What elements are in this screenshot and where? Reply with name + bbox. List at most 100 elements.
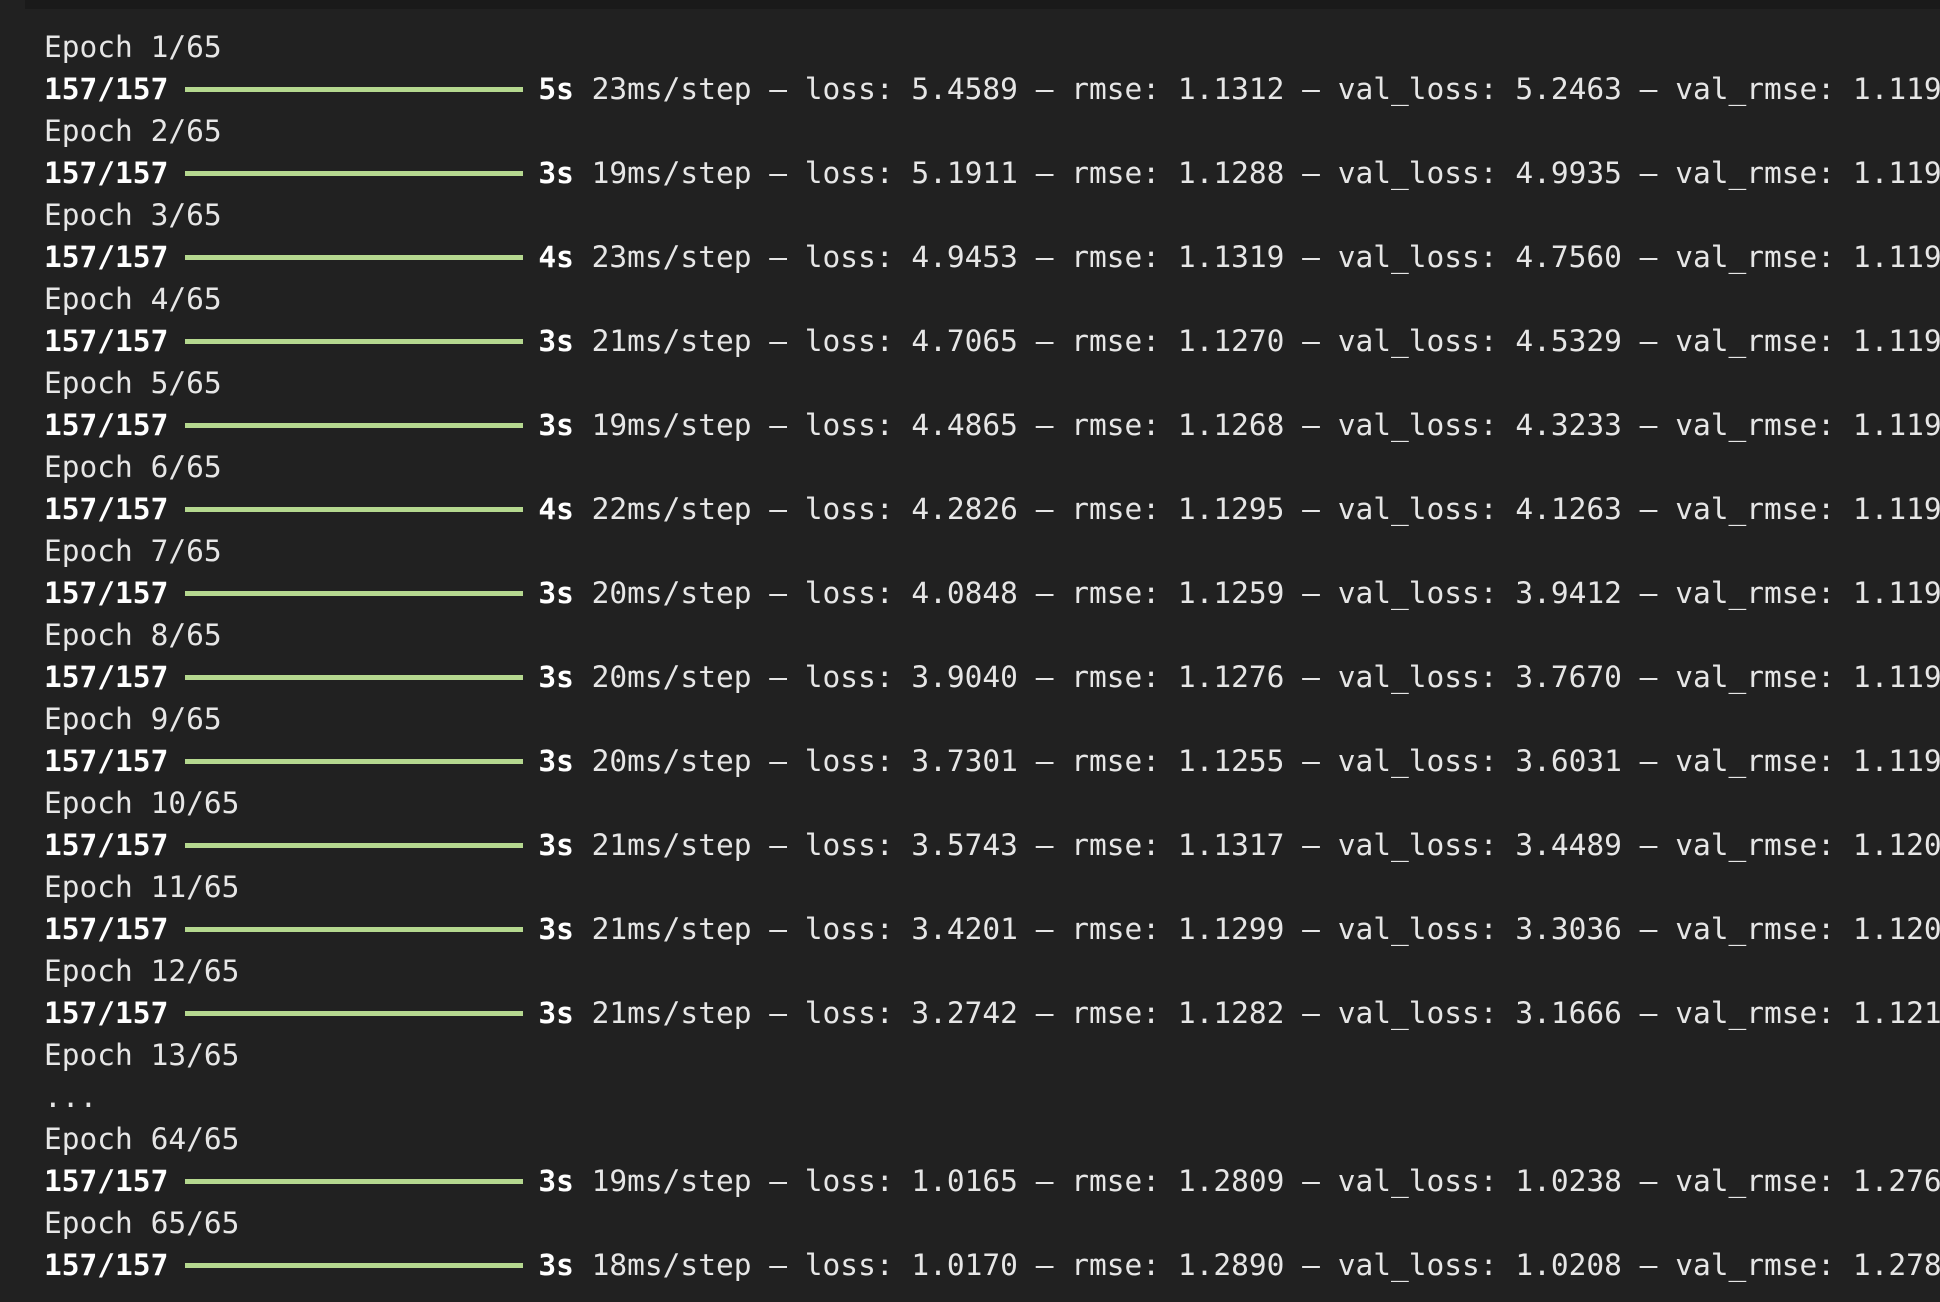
rmse-label: rmse: [1071,72,1161,106]
val-rmse-label: val_rmse: [1675,912,1836,946]
separator: – [1639,240,1658,274]
progress-bar [185,1179,524,1184]
step-count: 157/157 [44,996,169,1030]
progress-bar [185,1011,524,1016]
epoch-time: 3s [538,912,574,946]
epoch-header: Epoch 12/65 [44,954,240,988]
separator: – [1302,744,1320,778]
separator: – [1302,1248,1320,1282]
separator: – [1035,492,1054,526]
separator: – [1302,576,1320,610]
epoch-header: Epoch 64/65 [44,1122,240,1156]
separator: – [769,240,788,274]
loss-label: loss: [804,828,894,862]
loss-label: loss: [804,324,894,358]
epoch-time: 5s [538,72,574,106]
progress-bar [185,87,524,92]
epoch-progress-line: 157/157 3s 20ms/step – loss: 3.9040 – rms… [44,656,1940,698]
epoch-progress-line: 157/157 3s 18ms/step – loss: 1.0170 – rms… [44,1244,1940,1286]
val-rmse-value: 1.1197 [1852,660,1940,694]
epoch-time: 3s [538,324,574,358]
separator: – [769,996,788,1030]
val-loss-label: val_loss: [1337,408,1498,442]
step-count: 157/157 [44,1248,169,1282]
separator: – [1639,156,1658,190]
separator: – [1639,576,1658,610]
val-loss-value: 3.7670 [1515,660,1622,694]
val-loss-label: val_loss: [1337,744,1498,778]
rmse-value: 1.1312 [1177,72,1285,106]
step-time: 22ms/step [591,492,752,526]
val-loss-value: 4.3233 [1515,408,1622,442]
step-count: 157/157 [44,240,169,274]
separator: – [1302,492,1320,526]
step-count: 157/157 [44,408,169,442]
val-rmse-value: 1.1193 [1852,324,1940,358]
val-loss-value: 4.9935 [1515,156,1622,190]
rmse-value: 1.1288 [1177,156,1285,190]
rmse-value: 1.1295 [1177,492,1285,526]
val-loss-value: 3.6031 [1515,744,1622,778]
epoch-progress-line: 157/157 3s 21ms/step – loss: 3.2742 – rms… [44,992,1940,1034]
separator: – [769,1164,788,1198]
progress-bar [185,255,524,260]
epoch-header: Epoch 3/65 [44,198,222,232]
loss-value: 3.5743 [911,828,1018,862]
val-rmse-value: 1.1194 [1852,492,1940,526]
epoch-time: 3s [538,744,574,778]
progress-bar [185,423,524,428]
step-time: 20ms/step [591,744,752,778]
step-count: 157/157 [44,156,169,190]
loss-value: 5.4589 [911,72,1018,106]
epoch-header: Epoch 2/65 [44,114,222,148]
loss-value: 3.7301 [911,744,1018,778]
rmse-label: rmse: [1071,1248,1161,1282]
step-count: 157/157 [44,828,169,862]
val-loss-value: 5.2463 [1515,72,1622,106]
separator: – [769,1248,788,1282]
epoch-progress-line: 157/157 3s 19ms/step – loss: 4.4865 – rms… [44,404,1940,446]
epoch-progress-line: 157/157 3s 20ms/step – loss: 4.0848 – rms… [44,572,1940,614]
progress-bar [185,507,524,512]
val-loss-label: val_loss: [1337,1164,1498,1198]
val-rmse-value: 1.1191 [1852,72,1940,106]
val-loss-label: val_loss: [1337,1248,1498,1282]
separator: – [1639,1164,1658,1198]
val-rmse-label: val_rmse: [1675,240,1836,274]
val-loss-label: val_loss: [1337,912,1498,946]
separator: – [1035,156,1054,190]
progress-bar [185,759,524,764]
separator: – [1302,996,1320,1030]
epoch-progress-line: 157/157 4s 23ms/step – loss: 4.9453 – rms… [44,236,1940,278]
val-loss-value: 4.1263 [1515,492,1622,526]
separator: – [1035,660,1054,694]
rmse-label: rmse: [1071,492,1161,526]
val-rmse-label: val_rmse: [1675,72,1836,106]
val-loss-label: val_loss: [1337,240,1498,274]
loss-label: loss: [804,660,894,694]
epoch-header: Epoch 13/65 [44,1038,240,1072]
separator: – [1302,660,1320,694]
separator: – [1035,408,1054,442]
val-loss-value: 4.7560 [1515,240,1622,274]
loss-label: loss: [804,240,894,274]
loss-label: loss: [804,72,894,106]
separator: – [769,660,788,694]
epoch-time: 3s [538,996,574,1030]
epoch-progress-line: 157/157 3s 19ms/step – loss: 5.1911 – rms… [44,152,1940,194]
step-time: 21ms/step [591,996,752,1030]
separator: – [1302,828,1320,862]
epoch-progress-line: 157/157 5s 23ms/step – loss: 5.4589 – rms… [44,68,1940,110]
rmse-value: 1.1317 [1177,828,1285,862]
rmse-label: rmse: [1071,576,1161,610]
loss-value: 3.2742 [911,996,1018,1030]
val-rmse-value: 1.2783 [1852,1248,1940,1282]
separator: – [1302,156,1320,190]
val-rmse-label: val_rmse: [1675,828,1836,862]
rmse-value: 1.1268 [1177,408,1285,442]
progress-bar [185,843,524,848]
epoch-time: 3s [538,576,574,610]
epoch-time: 3s [538,1164,574,1198]
separator: – [1302,408,1320,442]
epoch-time: 4s [538,240,574,274]
